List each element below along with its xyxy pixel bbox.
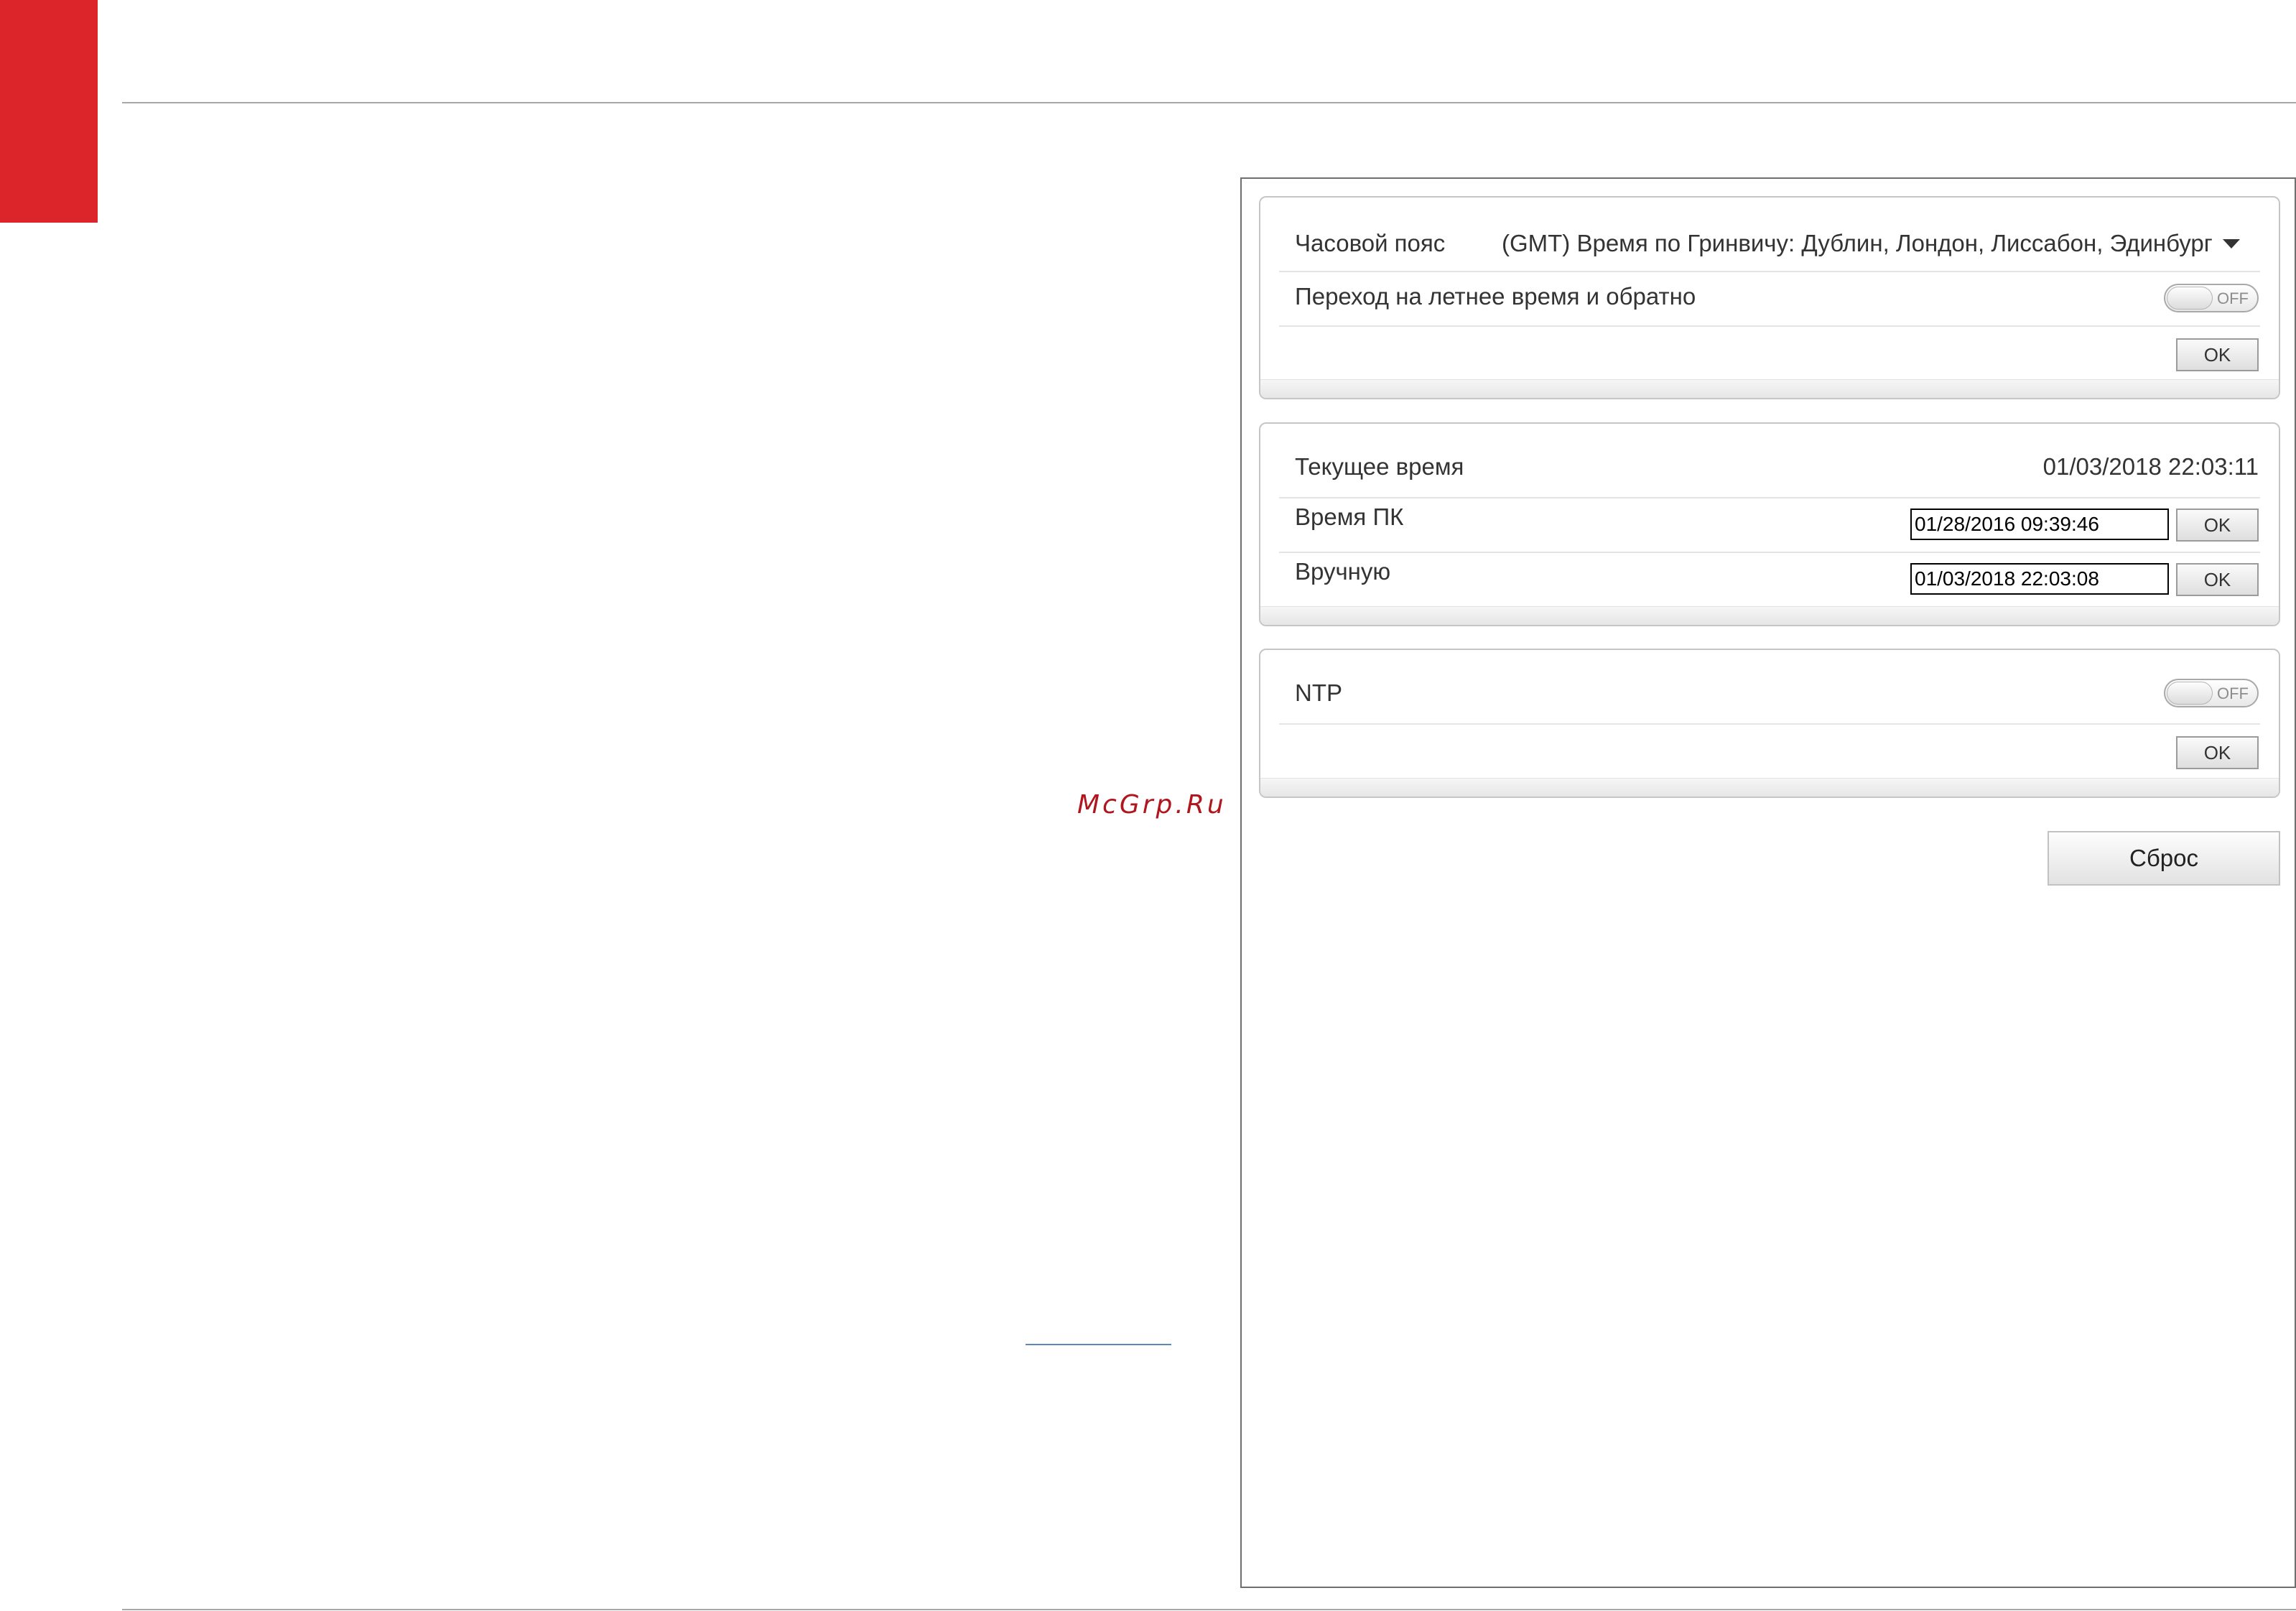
timezone-select[interactable]: (GMT) Время по Гринвичу: Дублин, Лондон,… [1502, 229, 2240, 258]
header-rule [122, 102, 2296, 103]
manual-time-ok-button[interactable]: OK [2176, 563, 2259, 596]
manual-time-field[interactable] [1910, 563, 2169, 595]
timezone-label: Часовой пояс [1295, 230, 1446, 256]
pc-time-row: Время ПК OK [1279, 498, 2260, 553]
timezone-panel: Часовой пояс (GMT) Время по Гринвичу: Ду… [1259, 196, 2280, 399]
red-corner-tab [0, 0, 98, 223]
manual-time-row: Вручную OK [1279, 553, 2260, 609]
footnote-link-underline [1026, 1344, 1171, 1345]
ntp-row: NTP OFF [1279, 650, 2260, 725]
dst-label: Переход на летнее время и обратно [1295, 283, 1696, 310]
manual-time-label: Вручную [1295, 558, 1391, 585]
timezone-ok-row: OK [1279, 327, 2260, 381]
ntp-ok-button[interactable]: OK [2176, 736, 2259, 769]
timezone-value: (GMT) Время по Гринвичу: Дублин, Лондон,… [1502, 230, 2213, 256]
toggle-state-text: OFF [2217, 289, 2249, 307]
pc-time-label: Время ПК [1295, 503, 1404, 530]
ntp-panel: NTP OFF OK [1259, 649, 2280, 798]
toggle-knob [2167, 287, 2213, 310]
pc-time-field[interactable] [1910, 509, 2169, 540]
reset-button[interactable]: Сброс [2048, 831, 2280, 886]
chevron-down-icon [2222, 238, 2240, 249]
time-panel: Текущее время 01/03/2018 22:03:11 Время … [1259, 422, 2280, 626]
toggle-knob [2167, 682, 2213, 705]
dst-toggle[interactable]: OFF [2164, 284, 2259, 312]
current-time-row: Текущее время 01/03/2018 22:03:11 [1279, 424, 2260, 498]
panel-footer [1260, 778, 2279, 797]
timezone-row: Часовой пояс (GMT) Время по Гринвичу: Ду… [1279, 198, 2260, 272]
panel-footer [1260, 606, 2279, 625]
ntp-toggle[interactable]: OFF [2164, 679, 2259, 707]
toggle-state-text: OFF [2217, 684, 2249, 702]
footer-rule [122, 1609, 2296, 1610]
timezone-ok-button[interactable]: OK [2176, 338, 2259, 371]
watermark: McGrp.Ru [1077, 790, 1227, 820]
pc-time-ok-button[interactable]: OK [2176, 509, 2259, 542]
dst-row: Переход на летнее время и обратно OFF [1279, 272, 2260, 327]
panel-footer [1260, 379, 2279, 398]
current-time-value: 01/03/2018 22:03:11 [2042, 453, 2259, 480]
ntp-ok-row: OK [1279, 725, 2260, 779]
current-time-label: Текущее время [1295, 453, 1464, 480]
ntp-label: NTP [1295, 679, 1342, 706]
